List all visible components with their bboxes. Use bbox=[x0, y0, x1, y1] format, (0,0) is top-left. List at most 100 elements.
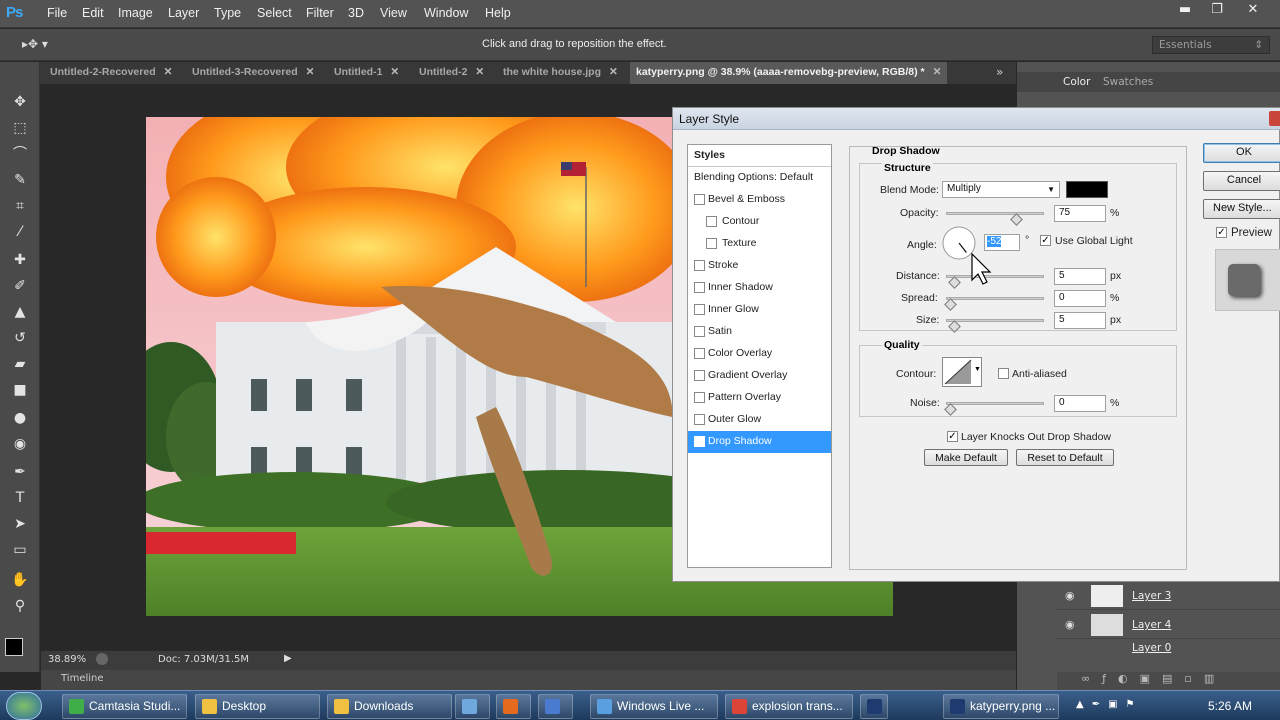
style-item[interactable]: ✓ Drop Shadow bbox=[688, 431, 831, 453]
style-checkbox[interactable]: ✓ bbox=[694, 436, 705, 447]
layer-name[interactable]: Layer 4 bbox=[1132, 619, 1171, 631]
blend-mode-select[interactable]: Multiply ▼ bbox=[942, 181, 1060, 198]
ok-button[interactable]: OK bbox=[1203, 143, 1280, 163]
new-style-button[interactable]: New Style... bbox=[1203, 199, 1280, 219]
taskbar-item[interactable]: Downloads bbox=[327, 694, 452, 719]
style-checkbox[interactable] bbox=[694, 370, 705, 381]
style-item[interactable]: Stroke bbox=[688, 255, 831, 277]
style-checkbox[interactable] bbox=[694, 194, 705, 205]
taskbar-item[interactable]: Windows Live ... bbox=[590, 694, 718, 719]
style-checkbox[interactable] bbox=[706, 216, 717, 227]
zoom-icon[interactable]: ⚲ bbox=[10, 596, 30, 616]
close-tab-icon[interactable]: ✕ bbox=[475, 66, 484, 78]
minimize-icon[interactable]: ▬ bbox=[1170, 2, 1200, 20]
global-light-checkbox[interactable]: ✓ bbox=[1040, 235, 1051, 246]
size-slider[interactable] bbox=[946, 319, 1044, 333]
taskbar-item[interactable]: explosion trans... bbox=[725, 694, 853, 719]
slider-thumb[interactable] bbox=[1010, 213, 1023, 226]
tab-untitled-1[interactable]: Untitled-1 ✕ bbox=[328, 62, 405, 84]
styles-header[interactable]: Styles bbox=[688, 145, 831, 167]
taskbar-item[interactable]: Desktop bbox=[195, 694, 320, 719]
layer-row[interactable]: Layer 0 bbox=[1057, 640, 1280, 654]
close-tab-icon[interactable]: ✕ bbox=[390, 66, 399, 78]
style-checkbox[interactable] bbox=[694, 282, 705, 293]
foreground-color-swatch[interactable] bbox=[5, 638, 23, 656]
zoom-level[interactable]: 38.89% bbox=[48, 654, 86, 665]
style-checkbox[interactable] bbox=[694, 260, 705, 271]
dialog-titlebar[interactable]: Layer Style bbox=[673, 108, 1280, 130]
menu-3d[interactable]: 3D bbox=[348, 6, 364, 20]
tab-color[interactable]: Color bbox=[1063, 76, 1090, 88]
crop-icon[interactable]: ⌗ bbox=[10, 196, 30, 216]
tab-katyperry[interactable]: katyperry.png @ 38.9% (aaaa-removebg-pre… bbox=[630, 62, 948, 84]
anti-aliased-checkbox[interactable] bbox=[998, 368, 1009, 379]
taskbar-item[interactable] bbox=[538, 694, 573, 719]
menu-filter[interactable]: Filter bbox=[306, 6, 334, 20]
slider-thumb[interactable] bbox=[944, 403, 957, 416]
slider-thumb[interactable] bbox=[944, 298, 957, 311]
style-item[interactable]: Texture bbox=[688, 233, 831, 255]
taskbar-item[interactable] bbox=[496, 694, 531, 719]
style-checkbox[interactable] bbox=[694, 326, 705, 337]
style-checkbox[interactable] bbox=[694, 392, 705, 403]
style-checkbox[interactable] bbox=[694, 414, 705, 425]
menu-edit[interactable]: Edit bbox=[82, 6, 104, 20]
close-icon[interactable]: ✕ bbox=[1238, 2, 1268, 20]
style-item[interactable]: Bevel & Emboss bbox=[688, 189, 831, 211]
layer-name[interactable]: Layer 0 bbox=[1132, 642, 1171, 654]
close-tab-icon[interactable]: ✕ bbox=[306, 66, 315, 78]
style-item[interactable]: Color Overlay bbox=[688, 343, 831, 365]
noise-slider[interactable] bbox=[944, 402, 1044, 416]
shape-icon[interactable]: ▭ bbox=[10, 540, 30, 560]
tab-white-house[interactable]: the white house.jpg ✕ bbox=[497, 62, 624, 84]
menu-help[interactable]: Help bbox=[485, 6, 511, 20]
layers-footer-icons[interactable]: ∞ƒ◐▣▤▫▥ bbox=[1057, 672, 1280, 690]
slider-thumb[interactable] bbox=[948, 276, 962, 289]
distance-input[interactable]: 5 bbox=[1054, 268, 1106, 285]
marquee-icon[interactable]: ⬚ bbox=[10, 118, 30, 138]
layer-row[interactable]: ◉ Layer 4 bbox=[1057, 611, 1280, 639]
preview-checkbox[interactable]: ✓ bbox=[1216, 227, 1227, 238]
spread-input[interactable]: 0 bbox=[1054, 290, 1106, 307]
menu-layer[interactable]: Layer bbox=[168, 6, 199, 20]
status-menu-icon[interactable] bbox=[96, 653, 108, 665]
tab-untitled-2[interactable]: Untitled-2 ✕ bbox=[413, 62, 490, 84]
style-item[interactable]: Inner Shadow bbox=[688, 277, 831, 299]
style-item[interactable]: Gradient Overlay bbox=[688, 365, 831, 387]
spread-slider[interactable] bbox=[944, 297, 1044, 311]
eraser-icon[interactable]: ▰ bbox=[10, 354, 30, 374]
opacity-input[interactable]: 75 bbox=[1054, 205, 1106, 222]
dialog-close-icon[interactable] bbox=[1269, 111, 1280, 126]
restore-icon[interactable]: ❐ bbox=[1202, 2, 1232, 20]
distance-slider[interactable] bbox=[946, 275, 1044, 289]
tab-untitled-3-recovered[interactable]: Untitled-3-Recovered ✕ bbox=[186, 62, 320, 84]
start-button[interactable] bbox=[6, 692, 42, 720]
shadow-color-swatch[interactable] bbox=[1066, 181, 1108, 198]
style-item[interactable]: Inner Glow bbox=[688, 299, 831, 321]
move-tool-icon[interactable]: ▸✥ ▾ bbox=[22, 37, 48, 51]
size-input[interactable]: 5 bbox=[1054, 312, 1106, 329]
healing-icon[interactable]: ✚ bbox=[10, 250, 30, 270]
hand-icon[interactable]: ✋ bbox=[10, 570, 30, 590]
taskbar-item[interactable] bbox=[455, 694, 490, 719]
style-item[interactable]: Contour bbox=[688, 211, 831, 233]
history-brush-icon[interactable]: ↺ bbox=[10, 328, 30, 348]
close-tab-icon[interactable]: ✕ bbox=[164, 66, 173, 78]
layer-name[interactable]: Layer 3 bbox=[1132, 590, 1171, 602]
contour-picker[interactable]: ▼ bbox=[942, 357, 982, 387]
cancel-button[interactable]: Cancel bbox=[1203, 171, 1280, 191]
style-item[interactable]: Satin bbox=[688, 321, 831, 343]
style-item[interactable]: Pattern Overlay bbox=[688, 387, 831, 409]
taskbar-item[interactable]: katyperry.png ... bbox=[943, 694, 1059, 719]
layer-row[interactable]: ◉ Layer 3 bbox=[1057, 582, 1280, 610]
timeline-panel[interactable]: Timeline bbox=[41, 670, 1016, 690]
menu-window[interactable]: Window bbox=[424, 6, 468, 20]
menu-file[interactable]: File bbox=[47, 6, 67, 20]
menu-image[interactable]: Image bbox=[118, 6, 153, 20]
contour-dropdown-icon[interactable]: ▼ bbox=[974, 366, 981, 373]
close-tab-icon[interactable]: ✕ bbox=[933, 66, 942, 78]
blur-icon[interactable]: ● bbox=[10, 408, 30, 428]
stamp-icon[interactable]: ▲ bbox=[10, 302, 30, 322]
taskbar-item[interactable] bbox=[860, 694, 888, 719]
make-default-button[interactable]: Make Default bbox=[924, 449, 1008, 466]
